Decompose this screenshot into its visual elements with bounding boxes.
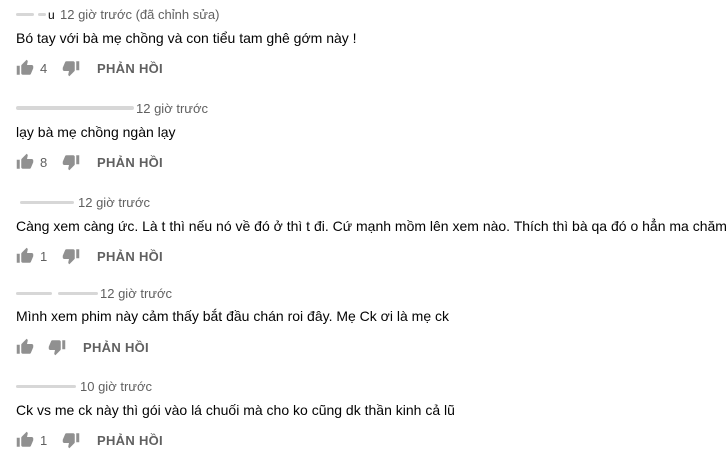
comment-timestamp[interactable]: 12 giờ trước [78,194,150,212]
like-count: 8 [40,154,48,170]
comment-timestamp[interactable]: 12 giờ trước [136,100,208,118]
comment-header: 10 giờ trước [16,378,152,396]
comment-header: u 12 giờ trước (đã chỉnh sửa) [16,6,219,24]
author-name-redacted[interactable] [16,102,134,116]
comment-actions: 1 PHẢN HỒI [16,429,163,451]
thumbs-up-icon[interactable] [16,247,34,265]
comment-header: 12 giờ trước [16,285,172,303]
thumbs-down-icon[interactable] [62,59,80,77]
author-name-redacted[interactable] [16,196,76,210]
reply-button[interactable]: PHẢN HỒI [97,61,163,76]
author-name-redacted[interactable] [16,380,78,394]
reply-button[interactable]: PHẢN HỒI [83,340,149,355]
author-name-fragment: u [48,8,55,22]
comment-timestamp[interactable]: 12 giờ trước [100,285,172,303]
reply-button[interactable]: PHẢN HỒI [97,433,163,448]
reply-button[interactable]: PHẢN HỒI [97,249,163,264]
author-name-redacted[interactable]: u [16,8,58,22]
thumbs-up-icon[interactable] [16,431,34,449]
comment-header: 12 giờ trước [16,100,208,118]
comment-text: Càng xem càng ức. Là t thì nếu nó về đó … [16,218,726,234]
thumbs-up-icon[interactable] [16,153,34,171]
reply-button[interactable]: PHẢN HỒI [97,155,163,170]
thumbs-down-icon[interactable] [48,338,66,356]
like-count: 1 [40,248,48,264]
comment-actions: 1 PHẢN HỒI [16,245,163,267]
comment-text: Ck vs me ck này thì gói vào lá chuối mà … [16,402,455,418]
like-count: 1 [40,432,48,448]
author-name-redacted[interactable] [16,287,98,301]
comment-text: Mình xem phim này cảm thấy bắt đầu chán … [16,308,449,324]
comment-text: lạy bà mẹ chồng ngàn lạy [16,124,176,140]
comment-actions: PHẢN HỒI [16,336,149,358]
comment-timestamp[interactable]: 10 giờ trước [80,378,152,396]
comment-header: 12 giờ trước [16,194,150,212]
comment-actions: 4 PHẢN HỒI [16,57,163,79]
thumbs-down-icon[interactable] [62,247,80,265]
thumbs-up-icon[interactable] [16,338,34,356]
like-count: 4 [40,60,48,76]
comment-timestamp[interactable]: 12 giờ trước (đã chỉnh sửa) [60,6,219,24]
thumbs-down-icon[interactable] [62,153,80,171]
thumbs-down-icon[interactable] [62,431,80,449]
thumbs-up-icon[interactable] [16,59,34,77]
comment-actions: 8 PHẢN HỒI [16,151,163,173]
comment-text: Bó tay với bà mẹ chồng và con tiểu tam g… [16,30,357,46]
